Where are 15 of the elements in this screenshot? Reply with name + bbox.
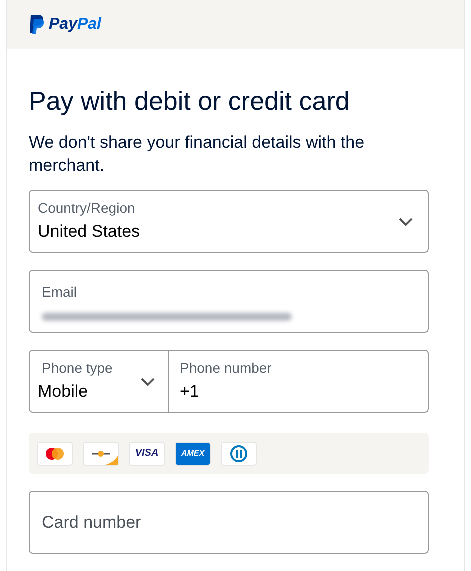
email-field[interactable]: Email xyxy=(29,270,429,333)
country-select[interactable]: Country/Region United States xyxy=(29,190,429,253)
chevron-down-icon xyxy=(398,216,414,226)
card-logo xyxy=(83,442,119,466)
page-title: Pay with debit or credit card xyxy=(29,85,351,117)
field-value: United States xyxy=(38,221,142,244)
mastercard-logo xyxy=(37,442,73,466)
paypal-logo[interactable]: PayPal xyxy=(29,12,102,36)
card-number-field[interactable]: Card number xyxy=(29,491,429,554)
field-label: Country/Region xyxy=(38,199,136,218)
field-label: Email xyxy=(42,283,78,302)
visa-logo: VISA xyxy=(129,442,165,466)
amex-logo: AMEX xyxy=(175,442,211,466)
diners-logo xyxy=(221,442,257,466)
subtitle: We don't share your financial details with the merchant. xyxy=(29,132,366,177)
